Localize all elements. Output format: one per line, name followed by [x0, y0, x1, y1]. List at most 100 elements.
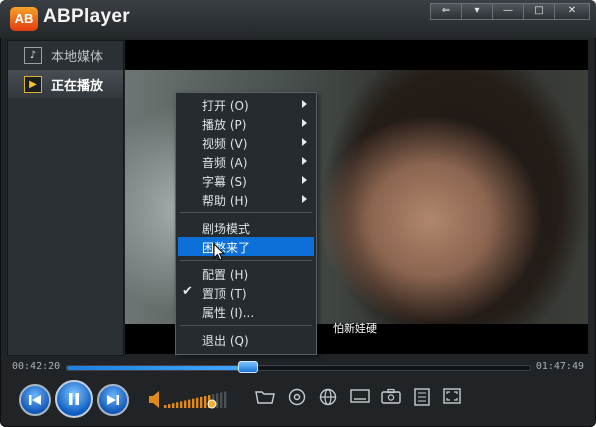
open-disc-button[interactable]: [287, 388, 307, 406]
volume-knob[interactable]: [207, 399, 217, 409]
submenu-arrow-icon: [302, 157, 307, 165]
volume-bar: [188, 399, 191, 408]
title-bar[interactable]: AB ABPlayer ⇐ ▾ — □ ✕: [0, 0, 596, 38]
close-button[interactable]: ✕: [554, 3, 590, 20]
volume-bar: [216, 393, 219, 408]
minimize-icon: —: [503, 5, 513, 16]
total-time: 01:47:49: [535, 361, 584, 372]
menu-item-settings[interactable]: 配置 (H): [176, 264, 316, 283]
seek-bar[interactable]: [66, 365, 531, 371]
submenu-arrow-icon: [302, 176, 307, 184]
open-url-button[interactable]: [318, 388, 338, 406]
mini-mode-button[interactable]: ⇐: [430, 3, 462, 20]
screenshot-button[interactable]: [381, 388, 401, 406]
sidebar: ♪ 本地媒体 ▶ 正在播放: [7, 40, 124, 356]
volume-bar: [204, 396, 207, 408]
menu-item-theater-mode[interactable]: 剧场模式: [176, 218, 316, 237]
maximize-icon: □: [534, 5, 544, 16]
menu-item-properties[interactable]: 属性 (I)...: [176, 302, 316, 321]
video-subtitle: 怕新娃硬: [333, 322, 377, 335]
screenshot-icon: [381, 388, 401, 404]
menu-item-open[interactable]: 打开 (O): [176, 95, 316, 114]
volume-bar: [184, 400, 187, 408]
menu-item-label: 播放 (P): [202, 118, 247, 132]
menu-item-label: 剧场模式: [202, 222, 251, 236]
menu-separator: [180, 212, 312, 213]
menu-item-label: 置顶 (T): [202, 287, 247, 301]
close-icon: ✕: [567, 5, 577, 16]
menu-dropdown-icon: ▾: [474, 5, 480, 16]
volume-bar: [172, 403, 175, 408]
menu-item-subtitle[interactable]: 字幕 (S): [176, 171, 316, 190]
menu-separator: [180, 260, 312, 261]
disc-icon: [288, 388, 306, 406]
pause-button[interactable]: [55, 380, 93, 418]
mouse-cursor-icon: [213, 243, 226, 261]
volume-bar: [220, 392, 223, 408]
playlist-button[interactable]: [412, 388, 432, 406]
open-folder-icon: [255, 391, 275, 404]
menu-item-exit[interactable]: 退出 (Q): [176, 330, 316, 349]
next-button[interactable]: [97, 384, 129, 416]
volume-bar: [192, 398, 195, 408]
volume-bar: [224, 391, 227, 408]
previous-icon: [29, 395, 41, 405]
menu-item-label: 视频 (V): [202, 137, 248, 151]
volume-bar: [176, 402, 179, 408]
menu-item-label: 帮助 (H): [202, 194, 249, 208]
app-logo: AB: [10, 7, 38, 31]
music-note-icon: ♪: [24, 47, 42, 64]
menu-item-label: 退出 (Q): [202, 334, 249, 348]
minimize-button[interactable]: —: [492, 3, 524, 20]
volume-bar: [196, 397, 199, 408]
sidebar-item-label: 本地媒体: [51, 50, 104, 65]
menu-item-label: 字幕 (S): [202, 175, 247, 189]
volume-control[interactable]: [148, 387, 234, 413]
seek-bar-thumb[interactable]: [237, 361, 258, 373]
submenu-arrow-icon: [302, 195, 307, 203]
menu-button[interactable]: ▾: [461, 3, 493, 20]
volume-bar: [180, 401, 183, 408]
current-time: 00:42:20: [12, 361, 61, 372]
fullscreen-button[interactable]: [442, 388, 462, 406]
volume-bar: [200, 396, 203, 408]
speaker-icon: [149, 391, 159, 408]
restore-mini-icon: ⇐: [441, 5, 451, 16]
menu-item-sleepy[interactable]: 困憋来了: [178, 237, 314, 256]
playlist-icon: [414, 388, 430, 406]
checkmark-icon: ✔: [182, 284, 193, 299]
seek-bar-fill: [67, 366, 249, 370]
window-controls: ⇐ ▾ — □ ✕: [430, 3, 590, 20]
fullscreen-icon: [443, 388, 461, 404]
subtitle-button[interactable]: [350, 388, 370, 406]
menu-item-label: 打开 (O): [202, 99, 249, 113]
app-title: ABPlayer: [43, 6, 130, 27]
submenu-arrow-icon: [302, 100, 307, 108]
menu-item-video[interactable]: 视频 (V): [176, 133, 316, 152]
menu-item-label: 音频 (A): [202, 156, 248, 170]
open-file-button[interactable]: [255, 388, 275, 406]
player-window: AB ABPlayer ⇐ ▾ — □ ✕ ♪ 本地媒体 ▶ 正在播放 怕新娃硬…: [0, 0, 596, 427]
play-icon: ▶: [24, 76, 42, 93]
menu-separator: [180, 325, 312, 326]
previous-button[interactable]: [19, 384, 51, 416]
menu-item-label: 属性 (I)...: [202, 306, 255, 320]
subtitle-icon: [350, 389, 370, 403]
sidebar-item-label: 正在播放: [51, 79, 104, 94]
submenu-arrow-icon: [302, 138, 307, 146]
menu-item-audio[interactable]: 音频 (A): [176, 152, 316, 171]
pause-icon: [69, 393, 79, 405]
next-icon: [107, 395, 119, 405]
volume-level-bars: [164, 391, 227, 408]
menu-item-play[interactable]: 播放 (P): [176, 114, 316, 133]
menu-item-label: 配置 (H): [202, 268, 249, 282]
volume-bar: [164, 405, 167, 408]
maximize-button[interactable]: □: [523, 3, 555, 20]
menu-item-always-on-top[interactable]: ✔ 置顶 (T): [176, 283, 316, 302]
submenu-arrow-icon: [302, 119, 307, 127]
context-menu: 打开 (O) 播放 (P) 视频 (V) 音频 (A) 字幕 (S) 帮助 (H…: [175, 92, 317, 355]
sidebar-item-now-playing[interactable]: ▶ 正在播放: [8, 70, 123, 98]
sidebar-item-local-media[interactable]: ♪ 本地媒体: [8, 41, 123, 69]
menu-item-help[interactable]: 帮助 (H): [176, 190, 316, 209]
volume-bar: [168, 404, 171, 408]
